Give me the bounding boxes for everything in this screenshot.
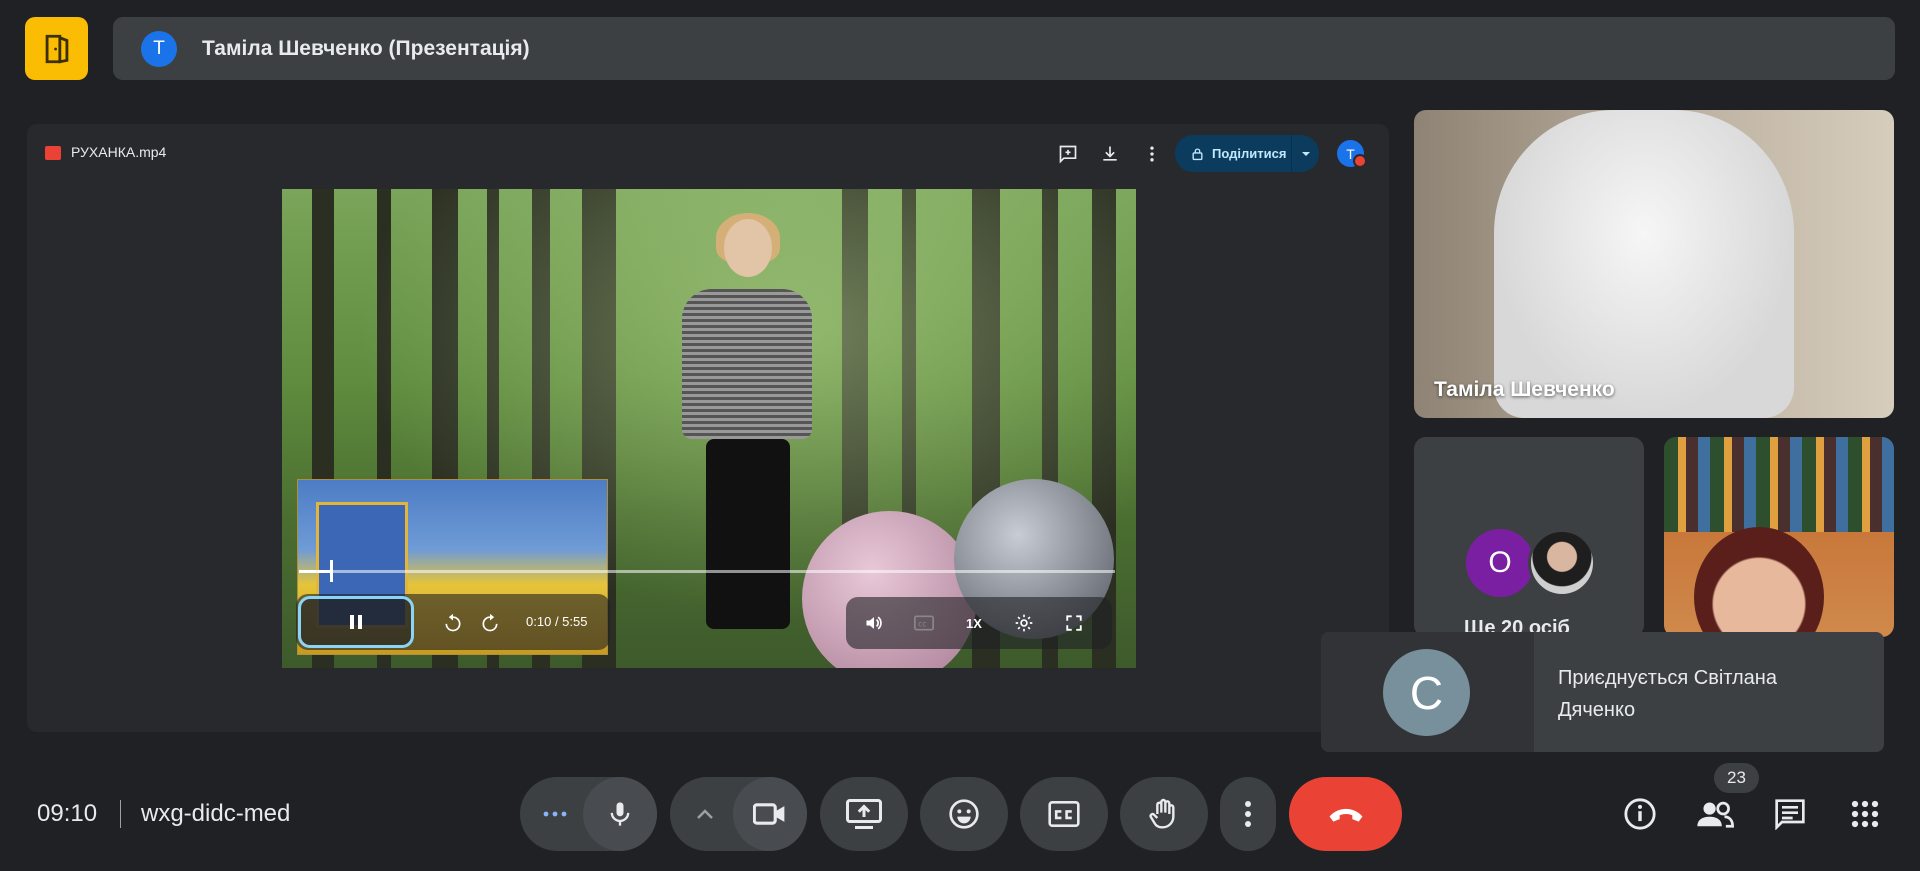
playback-controls: 0:10 / 5:55: [296, 594, 610, 650]
participant-video: [1494, 110, 1794, 418]
presenter-banner: T Таміла Шевченко (Презентація): [113, 17, 1895, 80]
clock: 09:10: [37, 800, 98, 827]
captions-icon: [1048, 801, 1080, 827]
pause-button[interactable]: [298, 596, 414, 648]
more-options-button[interactable]: [1136, 138, 1168, 170]
microphone-icon: [610, 802, 630, 826]
speed-label: 1X: [966, 615, 982, 631]
meet-logo[interactable]: [25, 17, 88, 80]
captions-button[interactable]: [1020, 777, 1108, 851]
download-button[interactable]: [1094, 138, 1126, 170]
captions-off-button[interactable]: cc: [912, 611, 936, 635]
add-comment-icon: [1059, 145, 1077, 164]
participants-count-badge: 23: [1714, 763, 1759, 793]
more-vert-icon: [1150, 146, 1154, 162]
participant-avatar-o: О: [1466, 529, 1534, 597]
people-button[interactable]: [1695, 794, 1735, 834]
add-comment-button[interactable]: [1052, 138, 1084, 170]
presentation-panel: РУХАНКА.mp4 Поділитися T 0:10 / 5:55 cc …: [27, 124, 1389, 732]
participant-video-side: [1694, 527, 1824, 637]
emoji-button[interactable]: [920, 777, 1008, 851]
video-options-group: [670, 777, 807, 851]
presenter-title: Таміла Шевченко (Презентація): [202, 36, 530, 60]
video-player[interactable]: 0:10 / 5:55 cc 1X: [282, 189, 1136, 668]
more-dots-icon: [543, 811, 567, 817]
video-options-button[interactable]: [684, 777, 726, 851]
alert-badge-icon: [1353, 154, 1367, 168]
forward-10-button[interactable]: [479, 612, 501, 634]
meeting-code: wxg-didc-med: [141, 800, 291, 827]
participant-tile-main[interactable]: Таміла Шевченко: [1414, 110, 1894, 418]
volume-icon: [866, 616, 882, 630]
joining-avatar: С: [1383, 649, 1470, 736]
meeting-info-button[interactable]: [1620, 794, 1660, 834]
gear-icon: [1015, 614, 1033, 632]
share-dropdown-button[interactable]: [1291, 135, 1319, 172]
share-button[interactable]: Поділитися: [1175, 135, 1319, 172]
fullscreen-button[interactable]: [1062, 611, 1086, 635]
divider: [120, 800, 121, 828]
video-progress-fill: [299, 570, 330, 573]
chevron-up-icon: [697, 809, 713, 819]
share-label: Поділитися: [1212, 146, 1287, 161]
lock-icon: [1192, 147, 1203, 160]
camera-button[interactable]: [733, 777, 807, 851]
raise-hand-button[interactable]: [1120, 777, 1208, 851]
raise-hand-icon: [1149, 798, 1175, 829]
end-call-button[interactable]: [1289, 777, 1402, 851]
volume-button[interactable]: [862, 611, 886, 635]
chat-icon: [1775, 799, 1805, 830]
file-name: РУХАНКА.mp4: [71, 144, 167, 160]
join-notification-text: Приєднується Світлана Дяченко: [1558, 667, 1777, 721]
video-progress-thumb[interactable]: [330, 560, 333, 582]
fullscreen-icon: [1066, 615, 1082, 631]
emoji-icon: [949, 799, 979, 829]
playback-speed-button[interactable]: 1X: [962, 611, 986, 635]
audio-options-button[interactable]: [534, 777, 576, 851]
bookshelf-background: [1664, 437, 1894, 532]
pause-icon: [350, 615, 362, 629]
camera-icon: [753, 803, 785, 825]
video-time: 0:10 / 5:55: [526, 614, 588, 629]
chat-button[interactable]: [1770, 794, 1810, 834]
player-settings-controls: cc 1X: [846, 597, 1112, 649]
participant-avatar-photo: [1528, 529, 1596, 597]
join-notification: С Приєднується Світлана Дяченко: [1321, 632, 1884, 752]
presenter-avatar: T: [141, 30, 177, 67]
end-call-icon: [1329, 808, 1362, 822]
participant-name: Таміла Шевченко: [1434, 378, 1615, 401]
people-icon: [1697, 801, 1734, 828]
door-icon: [45, 34, 68, 63]
participant-tile-side[interactable]: [1664, 437, 1894, 637]
cc-icon: cc: [914, 615, 934, 631]
video-progress-bar[interactable]: [299, 560, 1115, 582]
more-vert-icon: [1245, 801, 1251, 827]
present-screen-icon: [846, 799, 882, 829]
others-tile[interactable]: О Ще 20 осіб: [1414, 437, 1644, 639]
apps-grid-icon: [1851, 800, 1879, 828]
rewind-10-button[interactable]: [442, 612, 464, 634]
caret-down-icon: [1301, 151, 1310, 156]
replay-10-icon: [445, 613, 461, 632]
present-button[interactable]: [820, 777, 908, 851]
svg-text:cc: cc: [918, 619, 926, 628]
more-options-button-bottom[interactable]: [1220, 777, 1276, 851]
download-icon: [1103, 146, 1117, 161]
forward-10-icon: [482, 613, 498, 632]
video-file-icon: [45, 146, 61, 160]
microphone-button[interactable]: [583, 777, 657, 851]
audio-options-group: [520, 777, 657, 851]
settings-button[interactable]: [1012, 611, 1036, 635]
activities-button[interactable]: [1845, 794, 1885, 834]
info-icon: [1624, 798, 1656, 830]
